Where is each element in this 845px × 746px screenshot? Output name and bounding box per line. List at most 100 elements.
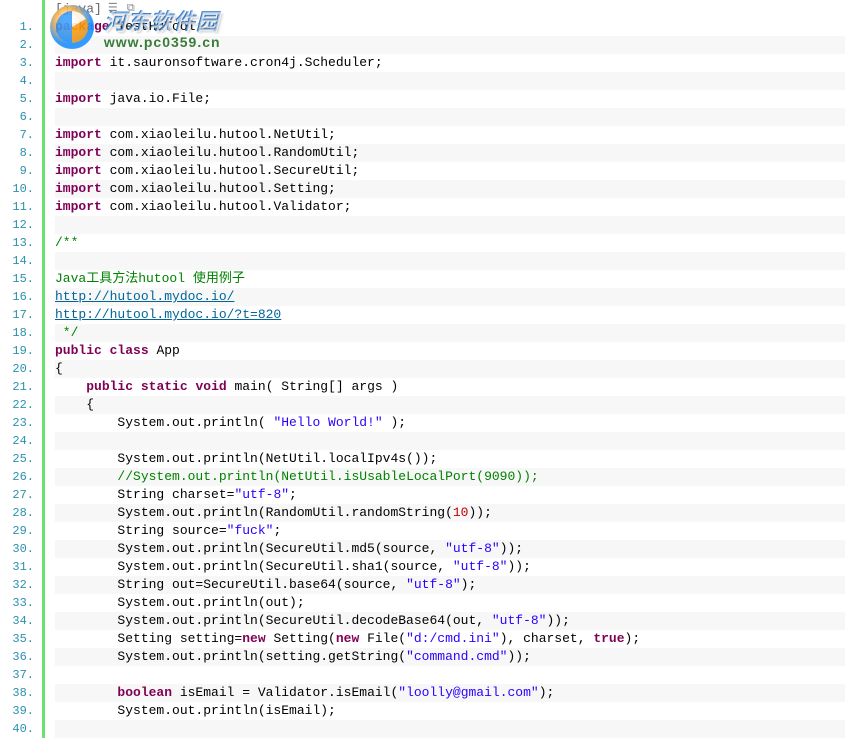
code-line[interactable] <box>55 432 845 450</box>
line-number: 21. <box>0 378 42 396</box>
text-token: )); <box>500 541 523 556</box>
code-line[interactable] <box>55 252 845 270</box>
code-line[interactable]: String source="fuck"; <box>55 522 845 540</box>
link-token[interactable]: http://hutool.mydoc.io/?t=820 <box>55 307 281 322</box>
text-token <box>55 469 117 484</box>
code-line[interactable]: http://hutool.mydoc.io/ <box>55 288 845 306</box>
text-token: )); <box>468 505 491 520</box>
text-token: System.out.println(RandomUtil.randomStri… <box>55 505 453 520</box>
text-token: String source= <box>55 523 227 538</box>
text-token: com.xiaoleilu.hutool.Setting; <box>102 181 336 196</box>
code-line[interactable]: { <box>55 360 845 378</box>
keyword-token: true <box>593 631 624 646</box>
keyword-token: import <box>55 163 102 178</box>
code-line[interactable]: public static void main( String[] args ) <box>55 378 845 396</box>
code-line[interactable]: package TestHuTool; <box>55 18 845 36</box>
code-line[interactable]: /** <box>55 234 845 252</box>
line-number: 40. <box>0 720 42 738</box>
code-line[interactable]: import com.xiaoleilu.hutool.Setting; <box>55 180 845 198</box>
code-line[interactable]: import it.sauronsoftware.cron4j.Schedule… <box>55 54 845 72</box>
text-token: System.out.println( <box>55 415 273 430</box>
code-line[interactable] <box>55 108 845 126</box>
line-number: 36. <box>0 648 42 666</box>
code-line[interactable]: System.out.println(SecureUtil.md5(source… <box>55 540 845 558</box>
code-line[interactable]: System.out.println( "Hello World!" ); <box>55 414 845 432</box>
code-line[interactable]: //System.out.println(NetUtil.isUsableLoc… <box>55 468 845 486</box>
line-number: 8. <box>0 144 42 162</box>
text-token: { <box>55 361 63 376</box>
keyword-token: import <box>55 55 102 70</box>
keyword-token: new <box>242 631 265 646</box>
doc-comment-token: */ <box>55 325 78 340</box>
code-line[interactable]: System.out.println(setting.getString("co… <box>55 648 845 666</box>
copy-icon[interactable]: ⧉ <box>124 0 138 18</box>
code-line[interactable]: Setting setting=new Setting(new File("d:… <box>55 630 845 648</box>
code-line[interactable]: http://hutool.mydoc.io/?t=820 <box>55 306 845 324</box>
text-token: )); <box>507 649 530 664</box>
code-line[interactable]: String charset="utf-8"; <box>55 486 845 504</box>
code-line[interactable]: boolean isEmail = Validator.isEmail("loo… <box>55 684 845 702</box>
code-line[interactable] <box>55 36 845 54</box>
string-token: "d:/cmd.ini" <box>406 631 500 646</box>
doc-comment-token: Java工具方法hutool 使用例子 <box>55 271 245 286</box>
text-token: com.xiaoleilu.hutool.NetUtil; <box>102 127 336 142</box>
code-line[interactable]: import java.io.File; <box>55 90 845 108</box>
string-token: "utf-8" <box>234 487 289 502</box>
text-token: System.out.println(isEmail); <box>55 703 336 718</box>
line-number: 9. <box>0 162 42 180</box>
code-line[interactable]: System.out.println(SecureUtil.decodeBase… <box>55 612 845 630</box>
code-line[interactable] <box>55 666 845 684</box>
code-line[interactable] <box>55 72 845 90</box>
line-number: 32. <box>0 576 42 594</box>
text-token: System.out.println(out); <box>55 595 305 610</box>
line-number: 24. <box>0 432 42 450</box>
code-content-area[interactable]: [java]☰⧉package TestHuTool; import it.sa… <box>45 0 845 738</box>
string-token: "utf-8" <box>445 541 500 556</box>
code-line[interactable]: import com.xiaoleilu.hutool.SecureUtil; <box>55 162 845 180</box>
code-line[interactable]: import com.xiaoleilu.hutool.RandomUtil; <box>55 144 845 162</box>
code-line[interactable]: import com.xiaoleilu.hutool.NetUtil; <box>55 126 845 144</box>
string-token: "Hello World!" <box>273 415 382 430</box>
line-number: 14. <box>0 252 42 270</box>
text-token: ; <box>273 523 281 538</box>
string-token: "fuck" <box>227 523 274 538</box>
code-line[interactable]: System.out.println(out); <box>55 594 845 612</box>
code-line[interactable]: System.out.println(NetUtil.localIpv4s())… <box>55 450 845 468</box>
text-token: Setting setting= <box>55 631 242 646</box>
keyword-token: void <box>195 379 226 394</box>
keyword-token: import <box>55 145 102 160</box>
code-line[interactable]: import com.xiaoleilu.hutool.Validator; <box>55 198 845 216</box>
view-plain-icon[interactable]: ☰ <box>106 0 120 18</box>
line-number: 17. <box>0 306 42 324</box>
code-line[interactable]: public class App <box>55 342 845 360</box>
keyword-token: import <box>55 181 102 196</box>
code-line[interactable]: System.out.println(SecureUtil.sha1(sourc… <box>55 558 845 576</box>
code-line[interactable]: */ <box>55 324 845 342</box>
code-editor: 1.2.3.4.5.6.7.8.9.10.11.12.13.14.15.16.1… <box>0 0 845 738</box>
code-line[interactable]: String out=SecureUtil.base64(source, "ut… <box>55 576 845 594</box>
keyword-token: package <box>55 19 110 34</box>
code-line[interactable]: System.out.println(isEmail); <box>55 702 845 720</box>
line-number: 20. <box>0 360 42 378</box>
line-number-gutter: 1.2.3.4.5.6.7.8.9.10.11.12.13.14.15.16.1… <box>0 0 42 738</box>
link-token[interactable]: http://hutool.mydoc.io/ <box>55 289 234 304</box>
text-token: File( <box>359 631 406 646</box>
code-line[interactable] <box>55 720 845 738</box>
keyword-token: import <box>55 199 102 214</box>
text-token: isEmail = Validator.isEmail( <box>172 685 398 700</box>
line-number: 5. <box>0 90 42 108</box>
code-line[interactable] <box>55 216 845 234</box>
comment-token: //System.out.println(NetUtil.isUsableLoc… <box>117 469 538 484</box>
code-line[interactable]: Java工具方法hutool 使用例子 <box>55 270 845 288</box>
text-token: )); <box>507 559 530 574</box>
line-number: 33. <box>0 594 42 612</box>
code-line[interactable]: { <box>55 396 845 414</box>
line-number: 6. <box>0 108 42 126</box>
line-number: 31. <box>0 558 42 576</box>
keyword-token: boolean <box>117 685 172 700</box>
code-line[interactable]: System.out.println(RandomUtil.randomStri… <box>55 504 845 522</box>
line-number: 23. <box>0 414 42 432</box>
line-number: 38. <box>0 684 42 702</box>
line-number: 1. <box>0 18 42 36</box>
number-token: 10 <box>453 505 469 520</box>
